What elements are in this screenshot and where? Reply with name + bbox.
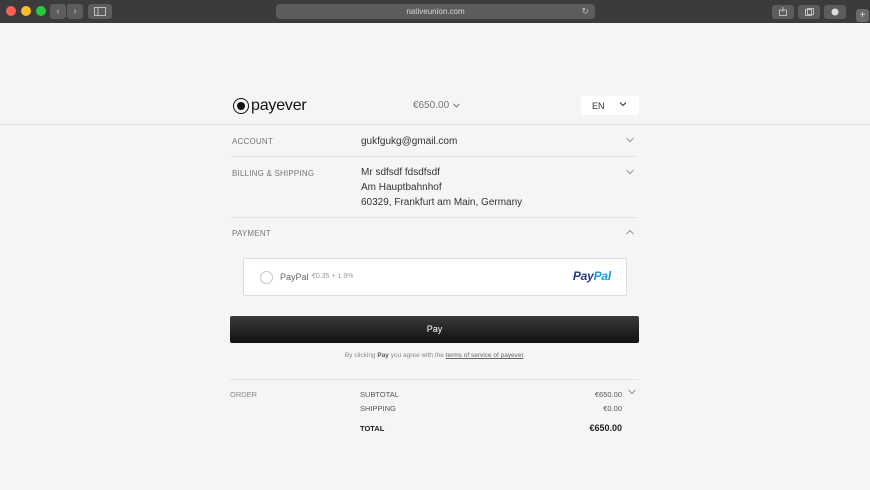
chevron-down-icon[interactable]: [626, 169, 634, 175]
paypal-logo-part1: Pay: [572, 269, 594, 283]
reload-icon[interactable]: ↻: [581, 4, 589, 19]
subtotal-row: SUBTOTAL €650.00: [360, 390, 622, 399]
back-button[interactable]: ‹: [50, 4, 66, 19]
new-tab-button[interactable]: +: [856, 9, 869, 22]
url-text: nativeunion.com: [406, 7, 465, 16]
order-label: ORDER: [230, 390, 258, 399]
shipping-label: SHIPPING: [360, 404, 396, 413]
language-select[interactable]: EN: [581, 96, 639, 115]
sidebar-icon: [94, 7, 106, 16]
billing-address: Mr sdfsdf fdsdfsdf Am Hauptbahnhof 60329…: [361, 165, 522, 210]
share-button[interactable]: [772, 5, 794, 19]
share-icon: [779, 7, 787, 16]
chevron-left-icon: ‹: [56, 6, 60, 17]
sidebar-toggle-button[interactable]: [88, 4, 112, 19]
browser-toolbar: ‹ › nativeunion.com ↻ +: [0, 0, 870, 23]
tabs-icon: [804, 8, 814, 16]
terms-suffix: .: [523, 352, 526, 359]
subtotal-label: SUBTOTAL: [360, 390, 399, 399]
header-amount: €650.00: [413, 100, 450, 111]
extension-button[interactable]: [824, 5, 846, 19]
checkout-page: payever €650.00 EN ACCOUNT gukfgukg@gmai…: [0, 23, 870, 490]
account-email: gukfgukg@gmail.com: [361, 136, 458, 147]
billing-shipping-section[interactable]: BILLING & SHIPPING Mr sdfsdf fdsdfsdf Am…: [231, 157, 636, 218]
terms-middle: you agree with the: [388, 352, 446, 359]
terms-prefix: By clicking: [344, 352, 378, 359]
terms-notice: By clicking Pay you agree with the terms…: [0, 352, 870, 359]
paypal-logo: PayPal: [573, 269, 611, 283]
payment-section[interactable]: PAYMENT: [231, 218, 636, 248]
chevron-down-icon[interactable]: [626, 137, 634, 143]
plus-icon: +: [859, 10, 866, 21]
chevron-down-icon: [453, 103, 460, 108]
tabs-overview-button[interactable]: [798, 5, 820, 19]
chevron-up-icon[interactable]: [626, 229, 634, 235]
total-label: TOTAL: [360, 424, 385, 433]
account-label: ACCOUNT: [232, 137, 273, 146]
chevron-right-icon: ›: [73, 6, 77, 17]
payment-option-fee: €0.35 + 1.9%: [312, 273, 354, 280]
chevron-down-icon[interactable]: [628, 389, 636, 395]
address-bar[interactable]: nativeunion.com ↻: [276, 4, 595, 19]
terms-of-service-link[interactable]: terms of service of payever: [446, 352, 524, 359]
header-amount-toggle[interactable]: €650.00: [413, 100, 460, 111]
logo-mark-icon: [233, 98, 249, 114]
forward-button[interactable]: ›: [67, 4, 83, 19]
billing-city: 60329, Frankfurt am Main, Germany: [361, 197, 523, 208]
chevron-down-icon: [619, 102, 627, 107]
paypal-radio[interactable]: [260, 271, 273, 284]
terms-bold: Pay: [377, 352, 389, 359]
paypal-payment-option[interactable]: PayPal €0.35 + 1.9% PayPal: [243, 258, 627, 296]
order-divider: [230, 379, 639, 380]
extension-icon: [831, 8, 839, 16]
subtotal-value: €650.00: [594, 390, 622, 399]
close-window-button[interactable]: [6, 6, 16, 16]
paypal-logo-part2: Pal: [593, 269, 612, 283]
total-row: TOTAL €650.00: [360, 423, 622, 433]
logo-text: payever: [251, 97, 307, 114]
billing-name: Mr sdfsdf fdsdfsdf: [361, 167, 440, 178]
pay-button[interactable]: Pay: [230, 316, 639, 343]
shipping-row: SHIPPING €0.00: [360, 404, 622, 413]
payment-option-name: PayPal: [280, 272, 309, 282]
account-section[interactable]: ACCOUNT gukfgukg@gmail.com: [231, 125, 636, 157]
shipping-value: €0.00: [603, 404, 622, 413]
billing-shipping-label: BILLING & SHIPPING: [232, 169, 315, 178]
checkout-header: payever €650.00 EN: [0, 93, 870, 125]
payever-logo: payever: [233, 97, 307, 115]
language-value: EN: [592, 101, 605, 111]
billing-street: Am Hauptbahnhof: [361, 182, 442, 193]
payment-label: PAYMENT: [232, 229, 271, 238]
minimize-window-button[interactable]: [21, 6, 31, 16]
total-value: €650.00: [589, 423, 622, 433]
maximize-window-button[interactable]: [36, 6, 46, 16]
